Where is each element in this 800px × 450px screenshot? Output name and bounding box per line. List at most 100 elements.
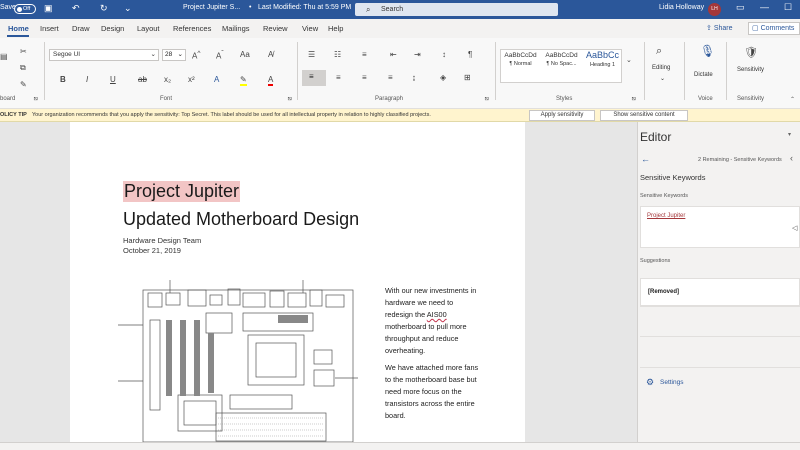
user-name[interactable]: Lidia Holloway <box>659 4 704 11</box>
document-title-text[interactable]: Project Jupiter <box>123 181 241 202</box>
tab-insert[interactable]: Insert <box>40 24 59 33</box>
paste-icon[interactable]: ▤ <box>0 52 8 61</box>
justify-icon[interactable]: ≡ <box>388 73 393 82</box>
chevron-down-icon: ⌄ <box>177 51 183 58</box>
underline-icon[interactable]: U <box>110 75 116 84</box>
line-spacing-icon[interactable]: ↨ <box>412 73 416 82</box>
group-label-sensitivity: Sensitivity <box>737 96 765 102</box>
speaker-icon[interactable]: ◁ <box>792 224 797 232</box>
suggestion-text[interactable]: [Removed] <box>648 289 679 295</box>
share-button[interactable]: ⇪ Share <box>706 22 742 35</box>
text-effects-icon[interactable]: A <box>214 75 219 84</box>
microphone-icon[interactable]: 🎙 <box>700 44 715 58</box>
dialog-launcher-icon[interactable]: ⧅ <box>288 96 292 103</box>
document-body-text[interactable]: With our new investments in hardware we … <box>385 285 480 426</box>
dialog-launcher-icon[interactable]: ⧅ <box>485 96 489 103</box>
style-no-spacing[interactable]: AaBbCcDd ¶ No Spac... <box>541 52 582 80</box>
bullets-icon[interactable]: ☰ <box>308 50 315 59</box>
sensitivity-button[interactable]: Sensitivity <box>737 67 764 73</box>
sensitivity-icon[interactable]: 🛡 <box>744 46 758 59</box>
tab-help[interactable]: Help <box>328 24 343 33</box>
increase-indent-icon[interactable]: ⇥ <box>414 50 421 59</box>
bold-icon[interactable]: B <box>60 75 66 84</box>
numbering-icon[interactable]: ☷ <box>334 50 341 59</box>
superscript-icon[interactable]: x² <box>188 75 195 84</box>
align-left-button[interactable]: ≡ <box>302 70 326 86</box>
subscript-icon[interactable]: x₂ <box>164 75 171 84</box>
keyword-text[interactable]: Project Jupiter <box>647 213 685 219</box>
strikethrough-icon[interactable]: ab <box>138 75 147 84</box>
show-marks-icon[interactable]: ¶ <box>468 50 472 59</box>
pane-options-icon[interactable]: ▾ <box>788 131 791 138</box>
share-icon: ⇪ <box>706 25 714 32</box>
tab-review[interactable]: Review <box>263 24 288 33</box>
font-name-select[interactable]: Segoe UI ⌄ <box>49 49 159 61</box>
italic-icon[interactable]: I <box>86 75 88 84</box>
font-size-select[interactable]: 28 ⌄ <box>162 49 186 61</box>
show-sensitive-content-button[interactable]: Show sensitive content <box>600 110 688 121</box>
multilevel-list-icon[interactable]: ≡ <box>362 50 367 59</box>
save-icon[interactable]: ▣ <box>44 3 53 14</box>
autosave-toggle[interactable]: Off <box>14 4 36 14</box>
dialog-launcher-icon[interactable]: ⧅ <box>632 96 636 103</box>
group-label-voice: Voice <box>698 96 713 102</box>
sort-icon[interactable]: ↕ <box>442 50 446 59</box>
shading-icon[interactable]: ◈ <box>440 73 446 82</box>
gear-icon[interactable]: ⚙ <box>646 377 654 388</box>
redo-icon[interactable]: ↻ <box>100 3 108 14</box>
tab-design[interactable]: Design <box>101 24 124 33</box>
decrease-indent-icon[interactable]: ⇤ <box>390 50 397 59</box>
tab-view[interactable]: View <box>302 24 318 33</box>
styles-more-icon[interactable]: ⌄ <box>626 56 632 64</box>
dialog-launcher-icon[interactable]: ⧅ <box>34 96 38 103</box>
change-case-icon[interactable]: Aa <box>240 50 250 59</box>
active-tab-indicator <box>7 35 29 37</box>
document-date[interactable]: October 21, 2019 <box>123 246 181 255</box>
chevron-down-icon: ⌄ <box>150 51 156 58</box>
tab-mailings[interactable]: Mailings <box>222 24 250 33</box>
undo-icon[interactable]: ↶ <box>72 3 80 14</box>
grow-font-icon[interactable]: A^ <box>192 50 200 61</box>
status-bar <box>0 442 800 450</box>
shrink-font-icon[interactable]: Aˇ <box>216 50 224 61</box>
tab-layout[interactable]: Layout <box>137 24 160 33</box>
tab-draw[interactable]: Draw <box>72 24 90 33</box>
copy-icon[interactable]: ⧉ <box>20 63 26 73</box>
style-normal[interactable]: AaBbCcDd ¶ Normal <box>500 52 541 80</box>
customize-icon[interactable]: ⌄ <box>124 3 132 14</box>
borders-icon[interactable]: ⊞ <box>464 73 471 82</box>
align-center-icon[interactable]: ≡ <box>336 73 341 82</box>
document-subtitle[interactable]: Updated Motherboard Design <box>123 209 359 230</box>
body-paragraph: With our new investments in hardware we … <box>385 286 477 356</box>
body-paragraph: We have attached more fans to the mother… <box>385 362 479 420</box>
remaining-count: 2 Remaining - Sensitive Keywords <box>698 157 782 163</box>
format-painter-icon[interactable]: ✎ <box>20 80 27 89</box>
editor-title: Editor <box>640 130 672 144</box>
group-label-clipboard: board <box>0 96 16 102</box>
font-color-icon[interactable]: A <box>268 75 274 86</box>
document-team[interactable]: Hardware Design Team <box>123 236 201 245</box>
comments-button[interactable]: ▢ Comments <box>748 22 800 35</box>
minimize-icon[interactable]: — <box>760 2 769 12</box>
back-arrow-icon[interactable]: ← <box>641 154 650 164</box>
chevron-left-icon[interactable]: ‹ <box>790 153 793 163</box>
settings-link[interactable]: Settings <box>660 379 684 386</box>
highlight-icon[interactable]: ✎ <box>240 75 247 86</box>
find-icon[interactable]: ⌕ <box>656 45 662 58</box>
cut-icon[interactable]: ✂ <box>20 47 27 56</box>
sensitive-keyword[interactable]: AIS00 <box>427 310 447 319</box>
keywords-section-label: Sensitive Keywords <box>640 193 688 199</box>
collapse-ribbon-icon[interactable]: ⌃ <box>790 96 795 103</box>
maximize-icon[interactable]: ☐ <box>784 2 792 13</box>
search-input[interactable]: ⌕ Search <box>355 3 558 16</box>
apply-sensitivity-button[interactable]: Apply sensitivity <box>529 110 595 121</box>
editing-button[interactable]: Editing <box>652 65 670 71</box>
align-right-icon[interactable]: ≡ <box>362 73 367 82</box>
style-heading-1[interactable]: AaBbCc Heading 1 <box>582 50 623 78</box>
tab-references[interactable]: References <box>173 24 211 33</box>
avatar[interactable]: LH <box>708 3 721 16</box>
tab-home[interactable]: Home <box>8 24 29 33</box>
clear-formatting-icon[interactable]: A̸ <box>268 50 273 59</box>
ribbon-display-icon[interactable]: ▭ <box>736 2 745 13</box>
dictate-button[interactable]: Dictate <box>694 72 713 78</box>
